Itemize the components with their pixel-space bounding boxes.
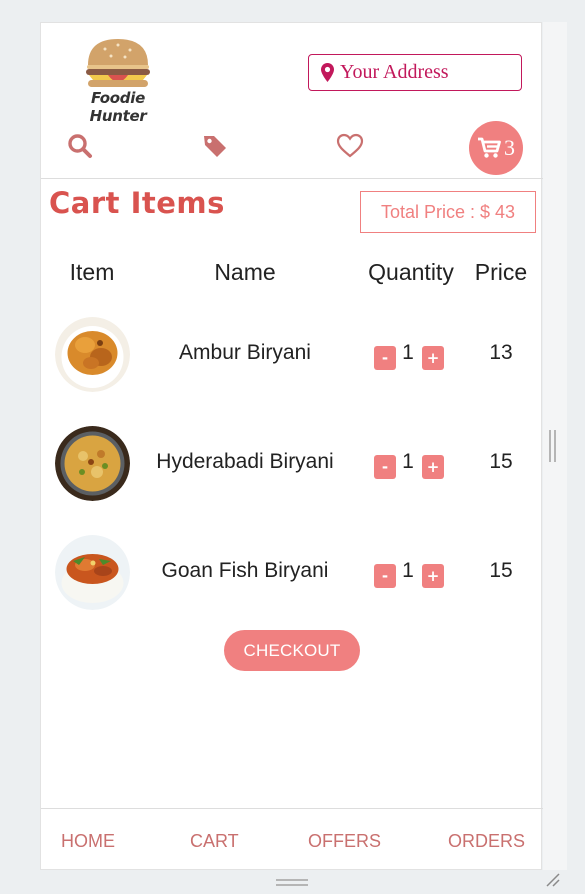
page-title: Cart Items bbox=[49, 186, 225, 220]
item-name: Hyderabadi Biryani bbox=[156, 450, 334, 473]
quantity-value: 1 bbox=[402, 559, 414, 582]
decrease-quantity-button[interactable]: - bbox=[374, 455, 396, 479]
food-thumbnail bbox=[55, 426, 130, 501]
cart-button[interactable]: 3 bbox=[469, 121, 523, 175]
quantity-value: 1 bbox=[402, 341, 414, 364]
scrollbar-grip[interactable] bbox=[549, 430, 557, 462]
quantity-value: 1 bbox=[402, 450, 414, 473]
increase-quantity-button[interactable]: + bbox=[422, 564, 444, 588]
nav-home[interactable]: HOME bbox=[61, 831, 115, 852]
column-header-item: Item bbox=[69, 259, 115, 285]
drag-handle[interactable] bbox=[276, 879, 308, 887]
column-header-price: Price bbox=[474, 259, 528, 285]
cart-icon bbox=[478, 137, 501, 158]
nav-orders[interactable]: ORDERS bbox=[448, 831, 525, 852]
bottom-nav: HOME CART OFFERS ORDERS bbox=[41, 808, 543, 871]
nav-cart[interactable]: CART bbox=[190, 831, 239, 852]
item-price: 13 bbox=[489, 341, 513, 364]
brand-logo[interactable]: Foodie Hunter bbox=[63, 35, 173, 125]
cart-row: Goan Fish Biryani - 1 + 15 bbox=[41, 535, 543, 613]
brand-name: Foodie Hunter bbox=[89, 89, 147, 125]
tag-icon[interactable] bbox=[202, 133, 228, 163]
column-header-quantity: Quantity bbox=[368, 259, 454, 285]
item-price: 15 bbox=[489, 450, 513, 473]
decrease-quantity-button[interactable]: - bbox=[374, 346, 396, 370]
burger-logo-icon bbox=[86, 39, 150, 87]
resize-handle-icon[interactable] bbox=[545, 872, 561, 888]
icon-nav: 3 bbox=[41, 121, 543, 177]
column-header-name: Name bbox=[214, 259, 276, 285]
total-price-box: Total Price : $ 43 bbox=[360, 191, 536, 233]
item-name: Goan Fish Biryani bbox=[161, 559, 329, 582]
address-field[interactable]: Your Address bbox=[308, 54, 522, 91]
nav-offers[interactable]: OFFERS bbox=[308, 831, 381, 852]
header-divider bbox=[41, 178, 543, 179]
cart-row: Hyderabadi Biryani - 1 + 15 bbox=[41, 426, 543, 504]
item-price: 15 bbox=[489, 559, 513, 582]
increase-quantity-button[interactable]: + bbox=[422, 455, 444, 479]
decrease-quantity-button[interactable]: - bbox=[374, 564, 396, 588]
mobile-frame: Foodie Hunter Your Address 3 Cart Items … bbox=[40, 22, 543, 871]
food-thumbnail bbox=[55, 317, 130, 392]
cart-row: Ambur Biryani - 1 + 13 bbox=[41, 317, 543, 395]
item-name: Ambur Biryani bbox=[179, 341, 311, 364]
cart-count-badge: 3 bbox=[504, 135, 515, 160]
search-icon[interactable] bbox=[67, 133, 93, 163]
map-marker-icon bbox=[321, 63, 334, 82]
increase-quantity-button[interactable]: + bbox=[422, 346, 444, 370]
checkout-button[interactable]: CHECKOUT bbox=[224, 630, 360, 671]
cart-table-header: Item Name Quantity Price bbox=[41, 259, 543, 289]
food-thumbnail bbox=[55, 535, 130, 610]
address-placeholder: Your Address bbox=[340, 61, 449, 83]
heart-icon[interactable] bbox=[336, 133, 364, 163]
